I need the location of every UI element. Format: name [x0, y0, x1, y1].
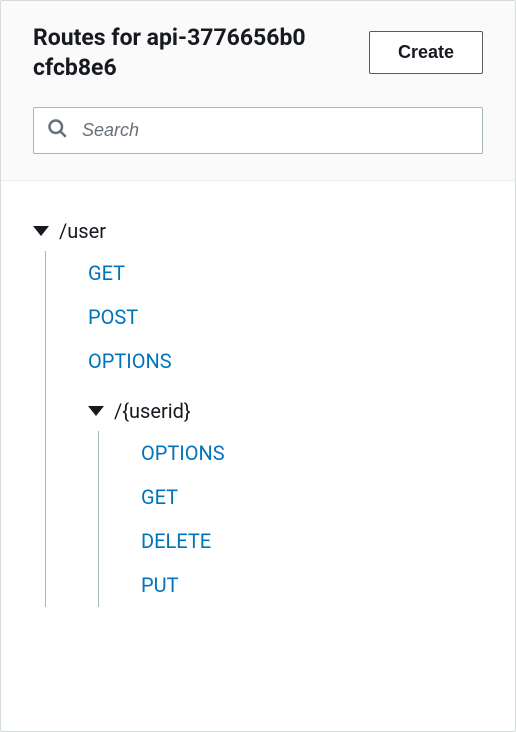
panel-header: Routes for api-3776656b0cfcb8e6 Create — [1, 1, 515, 181]
tree-node-label: /{userid} — [114, 399, 191, 423]
route-method-options[interactable]: OPTIONS — [72, 339, 483, 383]
create-button[interactable]: Create — [369, 31, 483, 74]
tree-node-label: /user — [59, 219, 106, 243]
route-method-delete[interactable]: DELETE — [125, 519, 483, 563]
tree-node-userid-row[interactable]: /{userid} — [72, 391, 483, 431]
routes-tree: /user GET POST OPTIONS /{userid} OPTIONS… — [1, 181, 515, 637]
tree-node-user: /user GET POST OPTIONS /{userid} OPTIONS… — [33, 211, 483, 607]
route-method-put[interactable]: PUT — [125, 563, 483, 607]
route-method-options[interactable]: OPTIONS — [125, 431, 483, 475]
route-method-get[interactable]: GET — [72, 251, 483, 295]
caret-down-icon — [33, 226, 49, 236]
routes-panel: Routes for api-3776656b0cfcb8e6 Create /… — [0, 0, 516, 732]
page-title: Routes for api-3776656b0cfcb8e6 — [33, 23, 313, 83]
route-method-get[interactable]: GET — [125, 475, 483, 519]
search-wrap — [33, 107, 483, 154]
tree-children-user: GET POST OPTIONS /{userid} OPTIONS GET D… — [45, 251, 483, 607]
tree-children-userid: OPTIONS GET DELETE PUT — [98, 431, 483, 607]
caret-down-icon — [88, 406, 104, 416]
tree-node-user-row[interactable]: /user — [33, 211, 483, 251]
search-input[interactable] — [33, 107, 483, 154]
header-top-row: Routes for api-3776656b0cfcb8e6 Create — [33, 23, 483, 83]
tree-node-userid: /{userid} OPTIONS GET DELETE PUT — [72, 383, 483, 607]
route-method-post[interactable]: POST — [72, 295, 483, 339]
